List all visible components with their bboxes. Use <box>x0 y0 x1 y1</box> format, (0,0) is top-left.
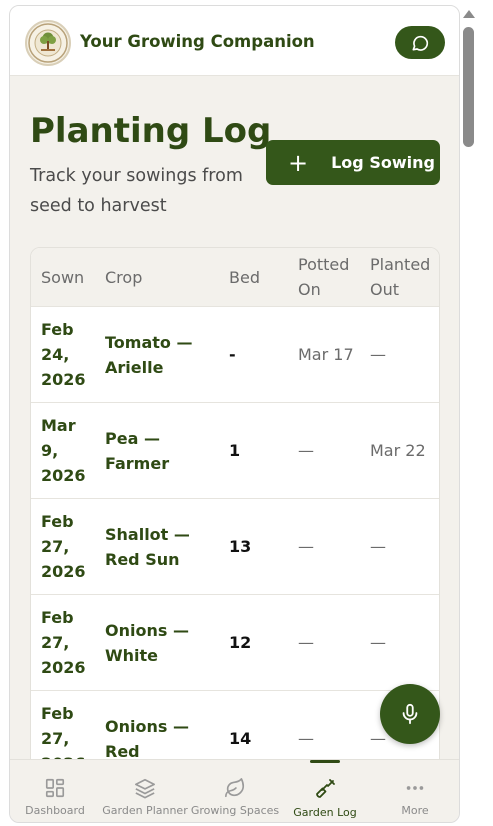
more-dots-icon <box>406 786 424 790</box>
scroll-thumb[interactable] <box>463 27 474 147</box>
nav-label: Garden Log <box>293 806 357 819</box>
column-header-potted-on[interactable]: Potted On <box>288 248 360 307</box>
column-header-crop[interactable]: Crop <box>95 248 219 307</box>
cell-sown: Feb 27, 2026 <box>41 512 86 581</box>
page-subtitle: Track your sowings from seed to harvest <box>30 166 243 216</box>
cell-sown: Feb 24, 2026 <box>41 320 86 389</box>
cell-sown: Feb 27, 2026 <box>41 608 86 677</box>
table-row[interactable]: Feb 27, 2026 Onions — White 12 — — <box>31 594 439 691</box>
plus-icon: + <box>288 148 309 177</box>
trowel-icon <box>316 779 335 798</box>
cell-bed: 1 <box>229 441 241 460</box>
column-header-bed[interactable]: Bed <box>219 248 288 307</box>
nav-item-growing-spaces[interactable]: Growing Spaces <box>190 760 280 822</box>
nav-label: Garden Planner <box>102 804 188 817</box>
column-header-planted-out[interactable]: Planted Out <box>360 248 439 307</box>
cell-planted-out: — <box>370 345 386 364</box>
top-bar: Your Growing Companion <box>10 6 459 76</box>
active-tab-indicator <box>310 760 340 763</box>
page-scrollbar[interactable] <box>460 5 477 823</box>
chat-bubble-icon <box>412 35 429 51</box>
cell-potted-on: — <box>298 633 314 652</box>
planting-log-table: Sown Crop Bed Potted On Planted Out Feb … <box>30 247 440 807</box>
table-header-row: Sown Crop Bed Potted On Planted Out <box>31 248 439 307</box>
nav-label: Growing Spaces <box>190 804 280 817</box>
cell-planted-out: — <box>370 633 386 652</box>
page-title: Planting Log <box>30 111 272 151</box>
dashboard-icon <box>45 778 65 798</box>
table-row[interactable]: Feb 27, 2026 Shallot — Red Sun 13 — — <box>31 498 439 595</box>
layers-icon <box>135 778 155 799</box>
cell-crop: Onions — White <box>105 620 189 665</box>
nav-item-dashboard[interactable]: Dashboard <box>10 760 100 822</box>
leaf-icon <box>225 778 245 798</box>
nav-label: Dashboard <box>25 804 85 817</box>
cell-bed: 12 <box>229 633 252 652</box>
cell-crop: Pea — Farmer <box>105 428 170 473</box>
cell-planted-out: Mar 22 <box>370 441 426 460</box>
log-sowing-label: Log Sowing <box>331 153 435 172</box>
cell-crop: Shallot — Red Sun <box>105 524 190 569</box>
nav-item-more[interactable]: More <box>370 760 459 822</box>
app-logo[interactable] <box>25 20 71 66</box>
cell-sown: Mar 9, 2026 <box>41 416 86 485</box>
chat-button[interactable] <box>395 26 445 59</box>
bottom-nav: Dashboard Garden Planner Growing Spaces … <box>10 759 459 822</box>
cell-bed: - <box>229 345 236 364</box>
column-header-sown[interactable]: Sown <box>31 248 95 307</box>
cell-planted-out: — <box>370 537 386 556</box>
nav-item-garden-planner[interactable]: Garden Planner <box>100 760 190 822</box>
app-title: Your Growing Companion <box>80 32 315 51</box>
voice-input-button[interactable] <box>380 684 440 744</box>
cell-potted-on: — <box>298 441 314 460</box>
table-row[interactable]: Mar 9, 2026 Pea — Farmer 1 — Mar 22 <box>31 402 439 499</box>
garden-emblem-icon <box>28 23 68 63</box>
nav-item-garden-log[interactable]: Garden Log <box>280 760 370 822</box>
microphone-icon <box>402 703 418 725</box>
cell-bed: 13 <box>229 537 252 556</box>
table-row[interactable]: Feb 24, 2026 Tomato — Arielle - Mar 17 — <box>31 306 439 403</box>
scroll-up-arrow-icon[interactable] <box>463 10 475 18</box>
nav-label: More <box>401 804 429 817</box>
cell-potted-on: — <box>298 537 314 556</box>
cell-potted-on: Mar 17 <box>298 345 354 364</box>
log-sowing-button[interactable]: + Log Sowing <box>266 140 440 185</box>
app-frame: Your Growing Companion Planting Log Trac… <box>9 5 460 823</box>
cell-crop: Tomato — Arielle <box>105 332 193 377</box>
